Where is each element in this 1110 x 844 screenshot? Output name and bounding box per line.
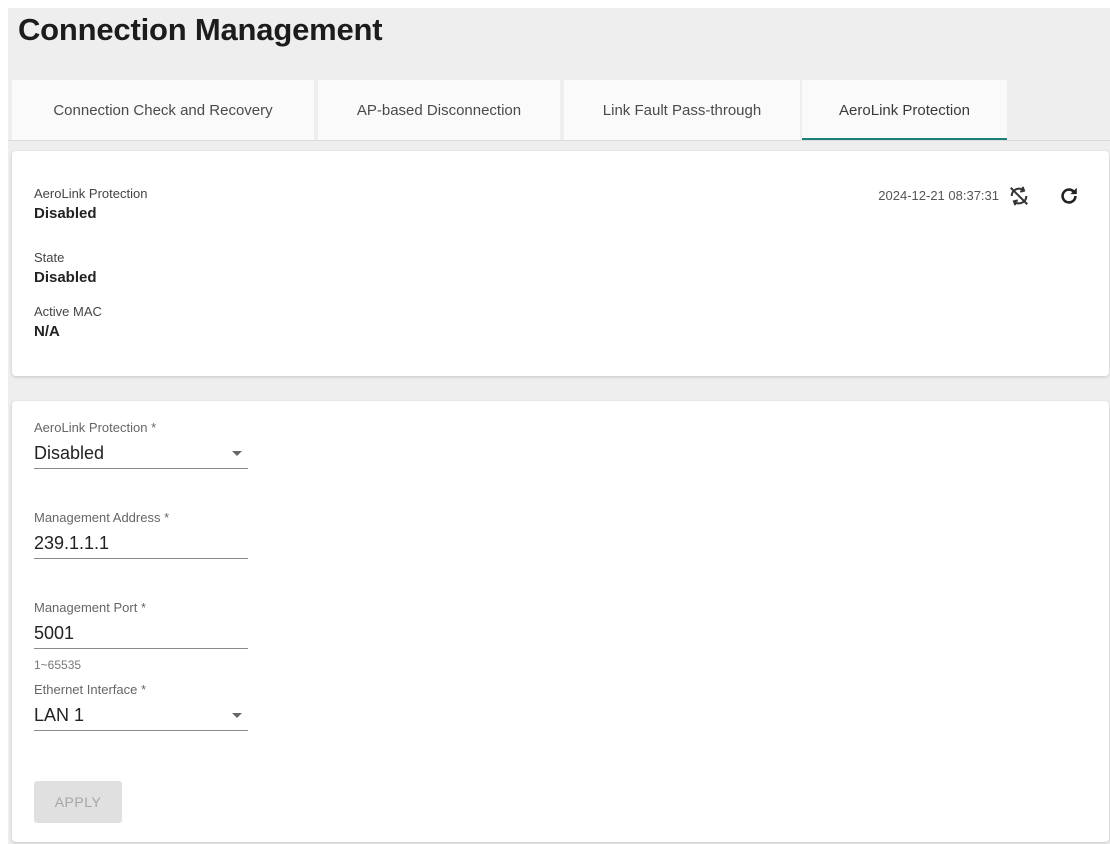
ethernet-interface-value: LAN 1 xyxy=(34,705,85,725)
aerolink-protection-select[interactable]: Disabled xyxy=(34,439,248,469)
tab-label: AeroLink Protection xyxy=(839,101,970,119)
refresh-button[interactable] xyxy=(1055,182,1083,210)
status-state-label: State xyxy=(34,250,65,265)
aerolink-protection-value: Disabled xyxy=(34,443,105,463)
tab-label: Link Fault Pass-through xyxy=(602,101,762,119)
tab-aerolink-protection[interactable]: AeroLink Protection xyxy=(802,80,1007,140)
last-updated-timestamp: 2024-12-21 08:37:31 xyxy=(878,188,999,203)
tab-label: Connection Check and Recovery xyxy=(53,101,273,119)
apply-button[interactable]: APPLY xyxy=(34,781,122,823)
management-port-label: Management Port * xyxy=(34,600,147,615)
status-card: AeroLink Protection Disabled State Disab… xyxy=(12,151,1109,376)
management-address-value: 239.1.1.1 xyxy=(34,533,110,553)
aerolink-protection-label: AeroLink Protection * xyxy=(34,420,157,435)
ethernet-interface-select[interactable]: LAN 1 xyxy=(34,701,248,731)
management-port-hint: 1~65535 xyxy=(34,658,82,672)
settings-form-card: AeroLink Protection * Disabled Managemen… xyxy=(12,401,1109,842)
management-address-label: Management Address * xyxy=(34,510,170,525)
tab-label: AP-based Disconnection xyxy=(356,101,522,119)
refresh-icon xyxy=(1061,187,1077,204)
status-active-mac-value: N/A xyxy=(34,323,60,340)
status-aerolink-label: AeroLink Protection xyxy=(34,186,148,201)
management-address-input[interactable]: 239.1.1.1 xyxy=(34,529,248,559)
page: Connection Management Connection Check a… xyxy=(8,8,1110,844)
tab-connection-check-and-recovery[interactable]: Connection Check and Recovery xyxy=(12,80,314,140)
tab-ap-based-disconnection[interactable]: AP-based Disconnection xyxy=(318,80,560,140)
status-aerolink-value: Disabled xyxy=(34,205,97,222)
tab-link-fault-pass-through[interactable]: Link Fault Pass-through xyxy=(564,80,800,140)
chevron-down-icon xyxy=(232,713,242,718)
page-title: Connection Management xyxy=(18,12,383,47)
ethernet-interface-label: Ethernet Interface * xyxy=(34,682,147,697)
status-state-value: Disabled xyxy=(34,269,97,286)
status-active-mac-label: Active MAC xyxy=(34,304,102,319)
auto-refresh-button[interactable] xyxy=(1005,182,1033,210)
tab-bar: Connection Check and Recovery AP-based D… xyxy=(8,80,1110,141)
sync-disabled-icon xyxy=(1010,186,1028,206)
management-port-input[interactable]: 5001 xyxy=(34,619,248,649)
management-port-value: 5001 xyxy=(34,623,75,643)
chevron-down-icon xyxy=(232,451,242,456)
